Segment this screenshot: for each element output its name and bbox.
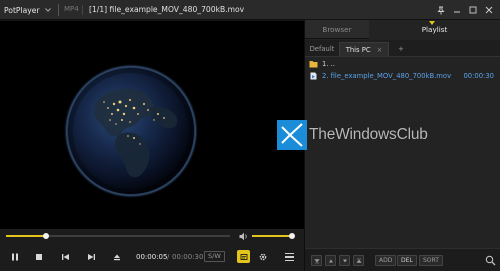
volume-handle[interactable] — [288, 233, 295, 239]
gear-icon[interactable] — [256, 250, 270, 264]
eject-button[interactable] — [110, 250, 124, 264]
window-title: [1/1] file_example_MOV_480_700kB.mov — [89, 5, 245, 14]
menu-line — [284, 252, 294, 255]
pause-button[interactable] — [8, 250, 22, 264]
video-file-icon — [310, 72, 317, 80]
format-label: MP4 — [64, 5, 79, 13]
panel-tabs: Browser Playlist — [305, 20, 500, 39]
chevron-down-icon — [44, 7, 51, 14]
move-bottom-button[interactable] — [311, 255, 322, 266]
subtab-this-pc[interactable]: This PC × — [339, 42, 389, 56]
list-item-label: 2. file_example_MOV_480_700kB.mov — [322, 72, 452, 80]
move-up-button[interactable] — [325, 255, 336, 266]
app-menu-button[interactable]: PotPlayer — [4, 4, 51, 16]
subtitle-button[interactable] — [237, 250, 250, 263]
watermark-logo — [277, 120, 307, 150]
next-button[interactable] — [84, 250, 98, 264]
move-down-button[interactable] — [339, 255, 350, 266]
watermark-text: TheWindowsClub — [309, 126, 428, 143]
app-name: PotPlayer — [4, 5, 40, 15]
pin-icon[interactable] — [433, 3, 449, 17]
playback-controls: 00:00:05 / 00:00:30 S/W — [0, 243, 304, 271]
menu-button[interactable] — [282, 250, 296, 264]
title-divider — [82, 5, 83, 15]
total-time[interactable]: 00:00:30 — [172, 253, 203, 261]
playlist-toolbar: ADD DEL SORT — [305, 248, 500, 271]
subtab-this-pc-label: This PC — [345, 46, 371, 54]
video-area[interactable] — [0, 21, 304, 229]
volume-level — [252, 235, 292, 237]
add-button[interactable]: ADD — [375, 255, 397, 266]
search-icon[interactable] — [485, 255, 496, 266]
close-button[interactable] — [481, 3, 497, 17]
maximize-button[interactable] — [465, 3, 481, 17]
time-separator: / — [167, 253, 170, 261]
minimize-button[interactable] — [449, 3, 465, 17]
menu-line — [284, 256, 294, 258]
volume-slider[interactable] — [252, 233, 295, 239]
current-time[interactable]: 00:00:05 — [136, 253, 167, 261]
playlist: 1. .. 2. file_example_MOV_480_700kB.mov … — [305, 58, 500, 82]
add-subtab-button[interactable]: + — [395, 42, 407, 56]
previous-button[interactable] — [58, 250, 72, 264]
list-item[interactable]: 2. file_example_MOV_480_700kB.mov 00:00:… — [305, 70, 500, 82]
list-item-label: 1. .. — [322, 60, 335, 68]
folder-icon — [309, 61, 318, 68]
title-bar: PotPlayer MP4 [1/1] file_example_MOV_480… — [0, 0, 500, 20]
stop-button[interactable] — [32, 250, 46, 264]
tab-browser[interactable]: Browser — [305, 20, 369, 39]
move-top-button[interactable] — [353, 255, 364, 266]
seek-bar-row — [0, 229, 304, 243]
sw-decoder-badge[interactable]: S/W — [204, 251, 225, 262]
delete-button[interactable]: DEL — [397, 255, 417, 266]
title-divider — [58, 4, 59, 16]
window-controls — [433, 3, 497, 17]
pin-marker-icon — [429, 21, 435, 25]
menu-line — [284, 259, 294, 262]
seek-bar-progress — [6, 235, 47, 237]
seek-bar-handle[interactable] — [43, 233, 50, 239]
volume-icon[interactable] — [239, 232, 249, 241]
video-frame-earth — [64, 64, 198, 198]
sort-button[interactable]: SORT — [419, 255, 443, 266]
playlist-subtabs: Default This PC × + — [305, 40, 500, 57]
list-item-duration: 00:00:30 — [463, 72, 494, 80]
seek-bar[interactable] — [6, 233, 230, 239]
list-item[interactable]: 1. .. — [305, 58, 500, 70]
close-subtab-icon[interactable]: × — [377, 46, 383, 54]
subtab-default[interactable]: Default — [307, 42, 337, 56]
watermark: TheWindowsClub — [277, 120, 428, 150]
